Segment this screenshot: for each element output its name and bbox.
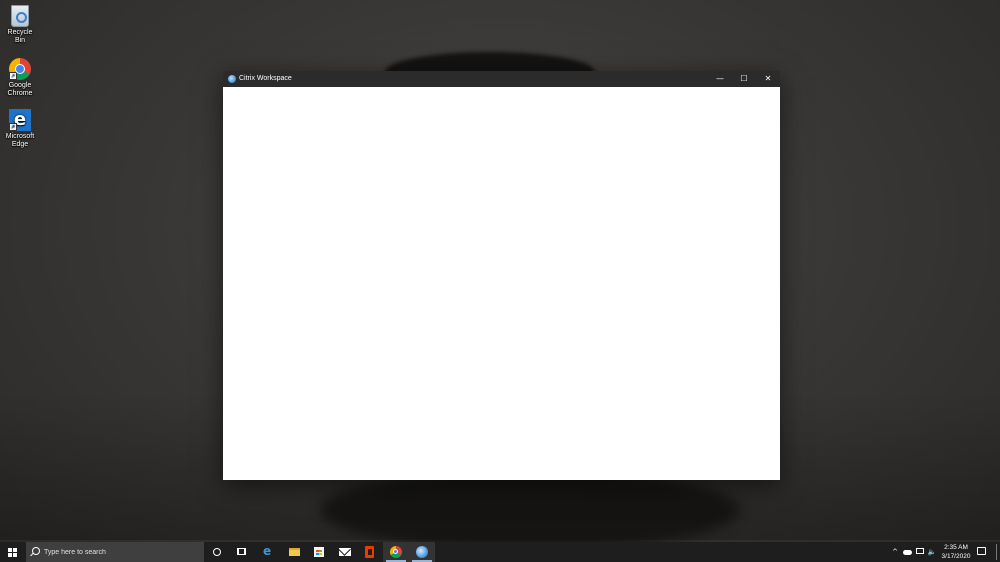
recycle-bin-icon xyxy=(11,5,29,27)
windows-icon xyxy=(8,548,17,557)
minimize-button[interactable]: — xyxy=(708,71,732,87)
chrome-icon: ↗ xyxy=(9,58,31,80)
wallpaper-shape-bottom xyxy=(320,470,740,550)
start-button[interactable] xyxy=(0,542,26,562)
volume-icon[interactable]: 🔈 xyxy=(927,542,937,562)
citrix-workspace-window[interactable]: Citrix Workspace — ☐ ✕ xyxy=(223,71,780,480)
taskbar-chrome[interactable] xyxy=(383,542,409,562)
taskbar-citrix-workspace[interactable] xyxy=(409,542,435,562)
onedrive-cloud-icon[interactable] xyxy=(903,550,912,555)
desktop-icon-label: Microsoft Edge xyxy=(5,133,35,148)
search-icon xyxy=(32,547,40,555)
maximize-button[interactable]: ☐ xyxy=(732,71,756,87)
edge-icon: e xyxy=(263,544,272,558)
window-content xyxy=(223,87,780,480)
taskbar: e ^ 🔈 2:35 AM 3/17/2020 xyxy=(0,542,1000,562)
citrix-icon xyxy=(416,546,428,558)
show-desktop-button[interactable] xyxy=(996,544,997,560)
taskbar-search[interactable] xyxy=(26,542,204,562)
notifications-icon[interactable] xyxy=(977,547,986,555)
close-button[interactable]: ✕ xyxy=(756,71,780,87)
chrome-icon xyxy=(390,546,402,558)
shortcut-arrow-icon: ↗ xyxy=(9,72,17,80)
desktop-icon-google-chrome[interactable]: ↗ Google Chrome xyxy=(2,58,38,98)
taskbar-cortana[interactable] xyxy=(204,542,230,562)
task-view-icon xyxy=(237,548,246,555)
search-input[interactable] xyxy=(44,545,194,559)
taskbar-office[interactable] xyxy=(357,542,383,562)
desktop-icon-label: Recycle Bin xyxy=(7,29,33,44)
folder-icon xyxy=(289,548,300,556)
shortcut-arrow-icon: ↗ xyxy=(9,123,17,131)
desktop-icon-microsoft-edge[interactable]: e ↗ Microsoft Edge xyxy=(2,109,38,149)
network-icon[interactable] xyxy=(916,548,924,554)
desktop-icon-label: Google Chrome xyxy=(7,82,33,97)
desktop-icon-recycle-bin[interactable]: Recycle Bin xyxy=(2,5,38,45)
store-icon xyxy=(314,547,324,557)
taskbar-clock[interactable]: 2:35 AM 3/17/2020 xyxy=(938,543,974,561)
cortana-icon xyxy=(213,548,221,556)
taskbar-mail[interactable] xyxy=(332,542,358,562)
clock-time: 2:35 AM xyxy=(944,544,968,551)
tray-chevron-icon[interactable]: ^ xyxy=(888,542,902,562)
edge-icon: e ↗ xyxy=(9,109,31,131)
taskbar-store[interactable] xyxy=(306,542,332,562)
clock-date: 3/17/2020 xyxy=(941,553,971,560)
taskbar-task-view[interactable] xyxy=(229,542,255,562)
citrix-icon xyxy=(228,75,236,83)
window-titlebar[interactable]: Citrix Workspace — ☐ ✕ xyxy=(223,71,780,87)
taskbar-edge[interactable]: e xyxy=(255,542,281,562)
window-title: Citrix Workspace xyxy=(239,75,292,82)
taskbar-file-explorer[interactable] xyxy=(281,542,307,562)
mail-icon xyxy=(339,548,351,556)
office-icon xyxy=(365,546,374,558)
